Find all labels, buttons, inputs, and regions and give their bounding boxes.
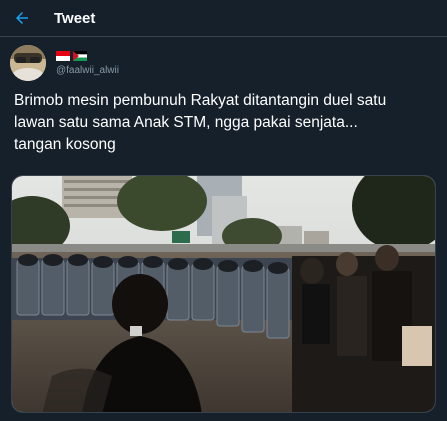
tweet-photo[interactable] [11, 175, 436, 413]
indonesia-flag-icon [56, 50, 70, 61]
arrow-left-icon [16, 12, 28, 24]
author-names: @faalwii_alwii [56, 50, 119, 76]
author-handle[interactable]: @faalwii_alwii [56, 65, 119, 76]
tweet-author: @faalwii_alwii [10, 44, 437, 82]
photo-image [12, 176, 435, 412]
back-button[interactable] [12, 8, 32, 28]
display-name[interactable] [56, 50, 119, 61]
tweet-text: Brimob mesin pembunuh Rakyat ditantangin… [14, 92, 387, 153]
avatar[interactable] [10, 45, 46, 81]
tweet-header: Tweet [0, 0, 447, 37]
page-title: Tweet [54, 9, 96, 27]
palestine-flag-icon [73, 50, 87, 61]
